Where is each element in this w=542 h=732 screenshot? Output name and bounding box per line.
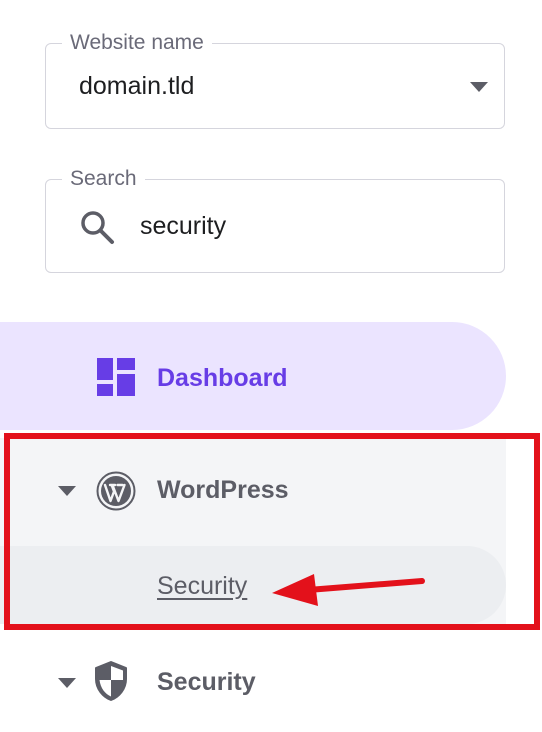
sidebar-item-dashboard[interactable]: Dashboard	[0, 322, 506, 430]
search-input[interactable]	[140, 210, 470, 242]
sidebar-subitem-wordpress-security[interactable]: Security	[0, 546, 506, 624]
website-name-select[interactable]: Website name domain.tld	[45, 30, 505, 129]
search-field: Search	[45, 166, 505, 273]
search-label: Search	[62, 166, 145, 192]
chevron-down-icon[interactable]	[470, 82, 488, 92]
dashboard-icon	[97, 358, 135, 396]
sidebar-item-dashboard-label: Dashboard	[157, 364, 288, 392]
sidebar-item-security-label[interactable]: Security	[157, 666, 256, 698]
search-icon	[81, 211, 114, 244]
caret-down-icon[interactable]	[58, 486, 76, 496]
website-name-value: domain.tld	[79, 72, 195, 100]
website-name-label: Website name	[62, 30, 212, 56]
caret-down-icon[interactable]	[58, 678, 76, 688]
sidebar-item-wordpress-label[interactable]: WordPress	[157, 474, 289, 506]
arrow-left-icon	[272, 574, 425, 606]
sidebar-subitem-security-link[interactable]: Security	[157, 570, 247, 602]
shield-icon	[95, 661, 127, 701]
sidebar-group-wordpress: WordPress Security	[0, 438, 506, 624]
sidebar-panel: Website name domain.tld Search Dashboard…	[0, 0, 542, 732]
wordpress-icon	[96, 471, 136, 511]
